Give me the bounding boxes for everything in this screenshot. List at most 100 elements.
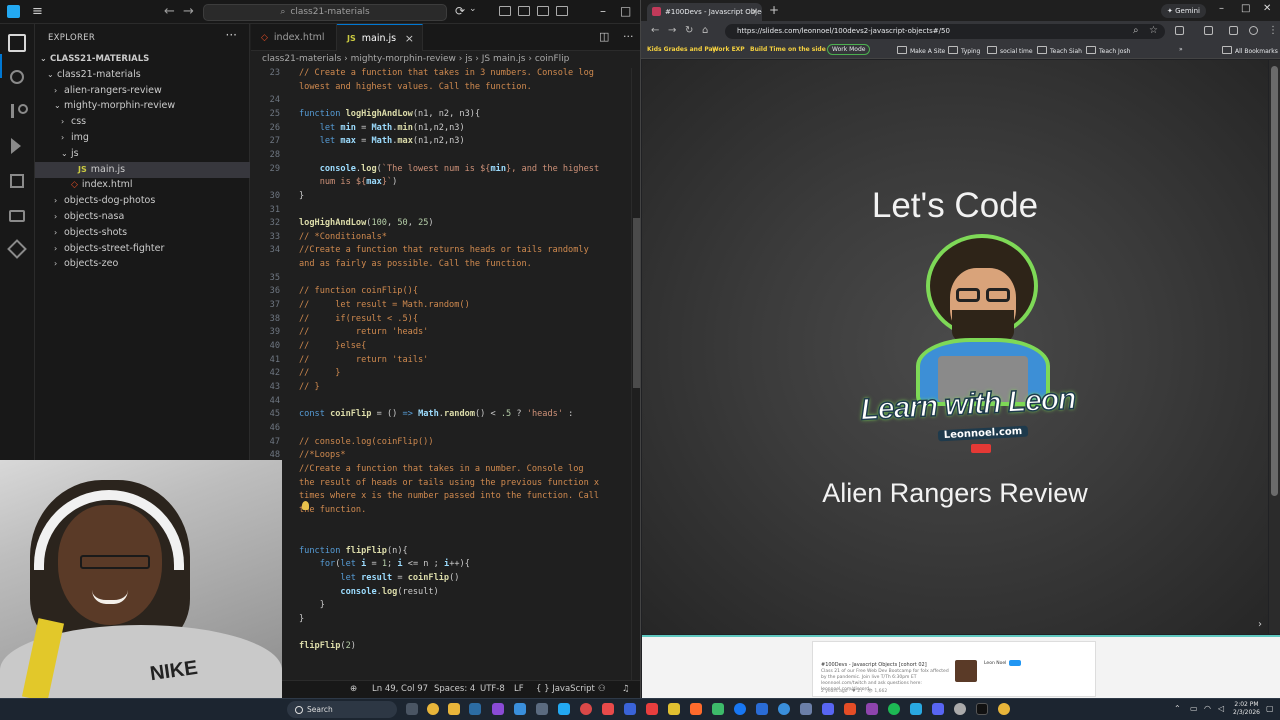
bookmark-item[interactable]: Teach Siah — [1037, 46, 1082, 55]
app-icon[interactable] — [800, 703, 812, 715]
app-icon[interactable] — [954, 703, 966, 715]
reload-icon[interactable]: ↻ — [685, 25, 693, 36]
zoom-icon[interactable]: ⌕ — [1133, 25, 1139, 36]
code-editor[interactable]: 23 // Create a function that takes in 3 n… — [251, 68, 631, 680]
scrollbar-thumb[interactable] — [1271, 66, 1278, 496]
search-icon[interactable] — [10, 70, 24, 84]
close-window-icon[interactable]: ✕ — [1263, 3, 1271, 14]
taskbar-search[interactable]: Search — [287, 701, 397, 718]
code-line[interactable]: num is ${max}`) — [299, 177, 398, 187]
facebook-icon[interactable] — [734, 703, 746, 715]
bookmarks-overflow-icon[interactable]: » — [1179, 46, 1183, 53]
run-debug-icon[interactable] — [11, 138, 21, 154]
code-line[interactable]: let result = coinFlip() — [299, 573, 459, 583]
wifi-icon[interactable]: ◠ — [1204, 704, 1211, 713]
slide-viewport[interactable]: Let's Code Learn with Leon Leonnoel.com … — [642, 60, 1268, 634]
code-line[interactable]: } — [299, 600, 325, 610]
bookmark-item[interactable]: Teach Josh — [1086, 46, 1130, 55]
toggle-panel-icon[interactable] — [518, 6, 530, 16]
forward-arrow-icon[interactable]: → — [668, 25, 676, 36]
app-icon[interactable] — [756, 703, 768, 715]
code-line[interactable]: the function. — [299, 505, 366, 515]
tree-folder[interactable]: › objects-street-fighter — [35, 241, 250, 257]
back-arrow-icon[interactable]: ← — [164, 4, 175, 19]
code-line[interactable]: // console.log(coinFlip()) — [299, 437, 434, 447]
code-line[interactable]: let min = Math.min(n1,n2,n3) — [299, 123, 465, 133]
bookmark-star-icon[interactable]: ☆ — [1149, 25, 1158, 36]
close-tab-icon[interactable]: ✕ — [751, 3, 758, 21]
vscode-taskbar-icon[interactable] — [558, 703, 570, 715]
tree-file[interactable]: JS main.js — [35, 161, 250, 178]
forward-arrow-icon[interactable]: → — [183, 4, 194, 19]
code-line[interactable]: // return 'tails' — [299, 355, 428, 365]
bookmark-item[interactable]: Work Mode — [827, 44, 871, 55]
split-editor-icon[interactable]: ◫ — [599, 30, 609, 43]
code-line[interactable]: // let result = Math.random() — [299, 300, 470, 310]
code-line[interactable]: logHighAndLow(100, 50, 25) — [299, 218, 434, 228]
app-icon[interactable] — [844, 703, 856, 715]
tiktok-icon[interactable] — [976, 703, 988, 715]
teams-icon[interactable] — [624, 703, 636, 715]
network-icon[interactable]: ▭ — [1190, 704, 1198, 713]
browser-tab[interactable]: #100Devs - Javascript Objects (c ✕ — [647, 3, 762, 21]
code-line[interactable]: console.log(`The lowest num is ${min}, a… — [299, 164, 599, 174]
breadcrumb-item[interactable]: coinFlip — [535, 54, 570, 64]
more-actions-icon[interactable]: ··· — [623, 30, 634, 43]
tree-folder[interactable]: › objects-dog-photos — [35, 193, 250, 209]
code-line[interactable]: flipFlip(2) — [299, 641, 356, 651]
app-icon[interactable] — [778, 703, 790, 715]
author-avatar[interactable] — [955, 660, 977, 682]
tree-folder[interactable]: ⌄ js — [35, 146, 250, 162]
code-line[interactable]: function logHighAndLow(n1, n2, n3){ — [299, 109, 480, 119]
copilot-icon[interactable]: ⟳ — [455, 4, 465, 18]
scrollbar-thumb[interactable] — [633, 218, 640, 388]
code-line[interactable]: console.log(result) — [299, 587, 438, 597]
address-bar[interactable]: https://slides.com/leonnoel/100devs2-jav… — [725, 24, 1165, 39]
bookmark-item[interactable]: Work EXP — [712, 46, 745, 53]
spotify-icon[interactable] — [888, 703, 900, 715]
tree-folder[interactable]: ⌄ mighty-morphin-review — [35, 98, 250, 114]
code-line[interactable]: times where x is the number passed into … — [299, 491, 599, 501]
slide-next-arrow-icon[interactable]: › — [1258, 619, 1262, 630]
bookmark-item[interactable]: Typing — [948, 46, 980, 55]
new-tab-icon[interactable]: + — [769, 3, 779, 17]
back-arrow-icon[interactable]: ← — [651, 25, 659, 36]
close-icon[interactable]: × — [405, 25, 414, 52]
code-line[interactable]: const coinFlip = () => Math.random() < .… — [299, 409, 573, 419]
code-line[interactable]: //Create a function that takes in a numb… — [299, 464, 584, 474]
chrome-icon[interactable] — [998, 703, 1010, 715]
deck-title[interactable]: #100Devs - Javascript Objects [cohort 02… — [821, 662, 927, 668]
minimize-icon[interactable]: – — [1219, 3, 1224, 14]
tree-folder[interactable]: › objects-shots — [35, 225, 250, 241]
obs-icon[interactable] — [492, 703, 504, 715]
maximize-icon[interactable]: □ — [620, 4, 631, 18]
bookmark-item[interactable]: Kids Grades and Pay — [647, 46, 716, 53]
app-icon[interactable] — [712, 703, 724, 715]
code-line[interactable]: // if(result < .5){ — [299, 314, 418, 324]
kebab-menu-icon[interactable]: ⋮ — [1268, 25, 1278, 36]
hamburger-icon[interactable]: ≡ — [32, 4, 43, 19]
code-line[interactable]: let max = Math.max(n1,n2,n3) — [299, 136, 465, 146]
code-line[interactable]: } — [299, 191, 304, 201]
remote-explorer-icon[interactable] — [9, 210, 25, 222]
code-line[interactable]: // } — [299, 382, 320, 392]
indentation[interactable]: Spaces: 4 — [434, 684, 475, 694]
extensions-icon[interactable] — [10, 174, 24, 188]
code-line[interactable]: for(let i = 1; i <= n ; i++){ — [299, 559, 470, 569]
code-line[interactable]: // function coinFlip(){ — [299, 286, 418, 296]
bookmark-item[interactable]: All Bookmarks — [1222, 46, 1278, 55]
breadcrumb-item[interactable]: mighty-morphin-review — [351, 54, 456, 64]
bookmark-item[interactable]: social time — [987, 46, 1033, 55]
code-line[interactable]: // return 'heads' — [299, 327, 428, 337]
maximize-icon[interactable]: □ — [1241, 3, 1250, 14]
zoom-icon[interactable]: ⊕ — [350, 684, 357, 694]
terminal-icon[interactable] — [536, 703, 548, 715]
tab-search-icon[interactable] — [1204, 26, 1213, 35]
tree-folder[interactable]: › objects-zeo — [35, 256, 250, 272]
breadcrumb-item[interactable]: JS main.js — [482, 54, 526, 64]
code-line[interactable]: // }else{ — [299, 341, 366, 351]
notepad-icon[interactable] — [514, 703, 526, 715]
minimize-icon[interactable]: – — [600, 4, 606, 18]
app-icon[interactable] — [866, 703, 878, 715]
steam-icon[interactable] — [469, 703, 481, 715]
